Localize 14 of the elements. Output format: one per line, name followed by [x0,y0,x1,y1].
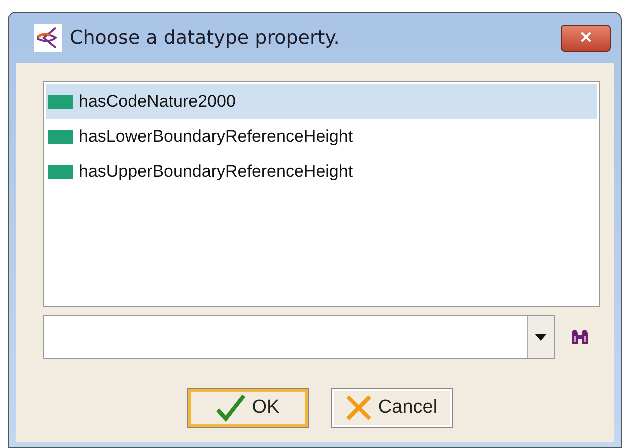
list-item[interactable]: hasUpperBoundaryReferenceHeight [46,154,597,189]
dialog-button[interactable]: OK [187,388,309,428]
list-item[interactable]: hasCodeNature2000 [46,84,597,119]
binoculars-icon[interactable] [570,327,590,347]
app-logo-icon [34,24,62,52]
property-icon [48,130,73,144]
window-title: Choose a datatype property. [70,27,340,49]
checkmark-icon [216,394,246,422]
close-button[interactable]: ✕ [561,24,611,52]
dialog-button[interactable]: Cancel [331,388,453,428]
property-icon [48,94,73,108]
cross-icon [346,395,372,421]
list-item[interactable]: hasLowerBoundaryReferenceHeight [46,119,597,154]
property-icon [48,164,73,178]
